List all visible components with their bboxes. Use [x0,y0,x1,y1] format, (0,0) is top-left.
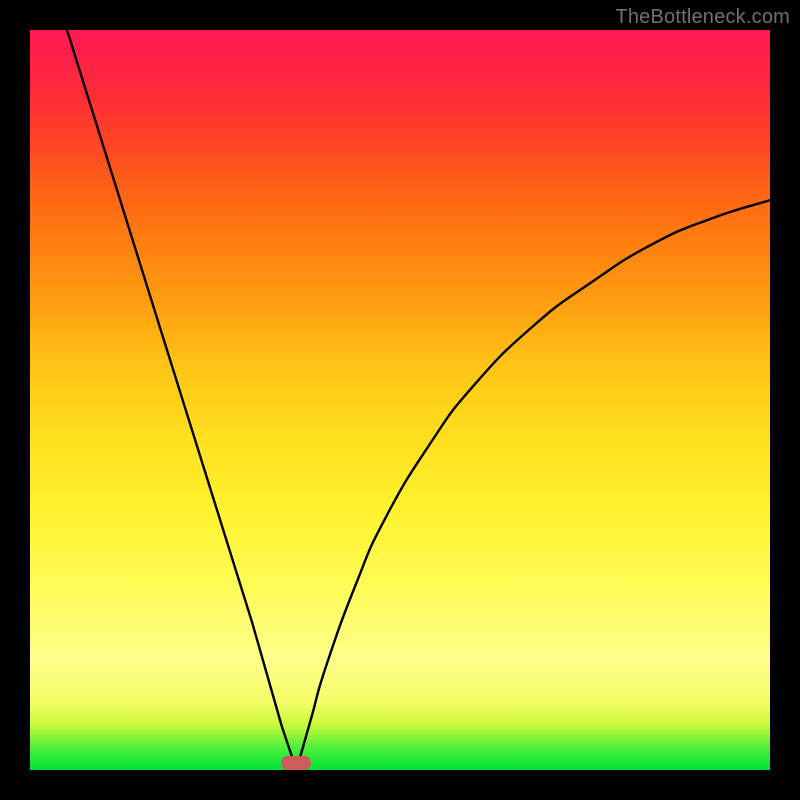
optimum-marker [281,756,311,770]
curve-right-branch [296,200,770,770]
curve-left-branch [67,30,296,770]
chart-frame: TheBottleneck.com [0,0,800,800]
bottleneck-curve [30,30,770,770]
watermark-text: TheBottleneck.com [615,6,790,29]
plot-area [30,30,770,770]
